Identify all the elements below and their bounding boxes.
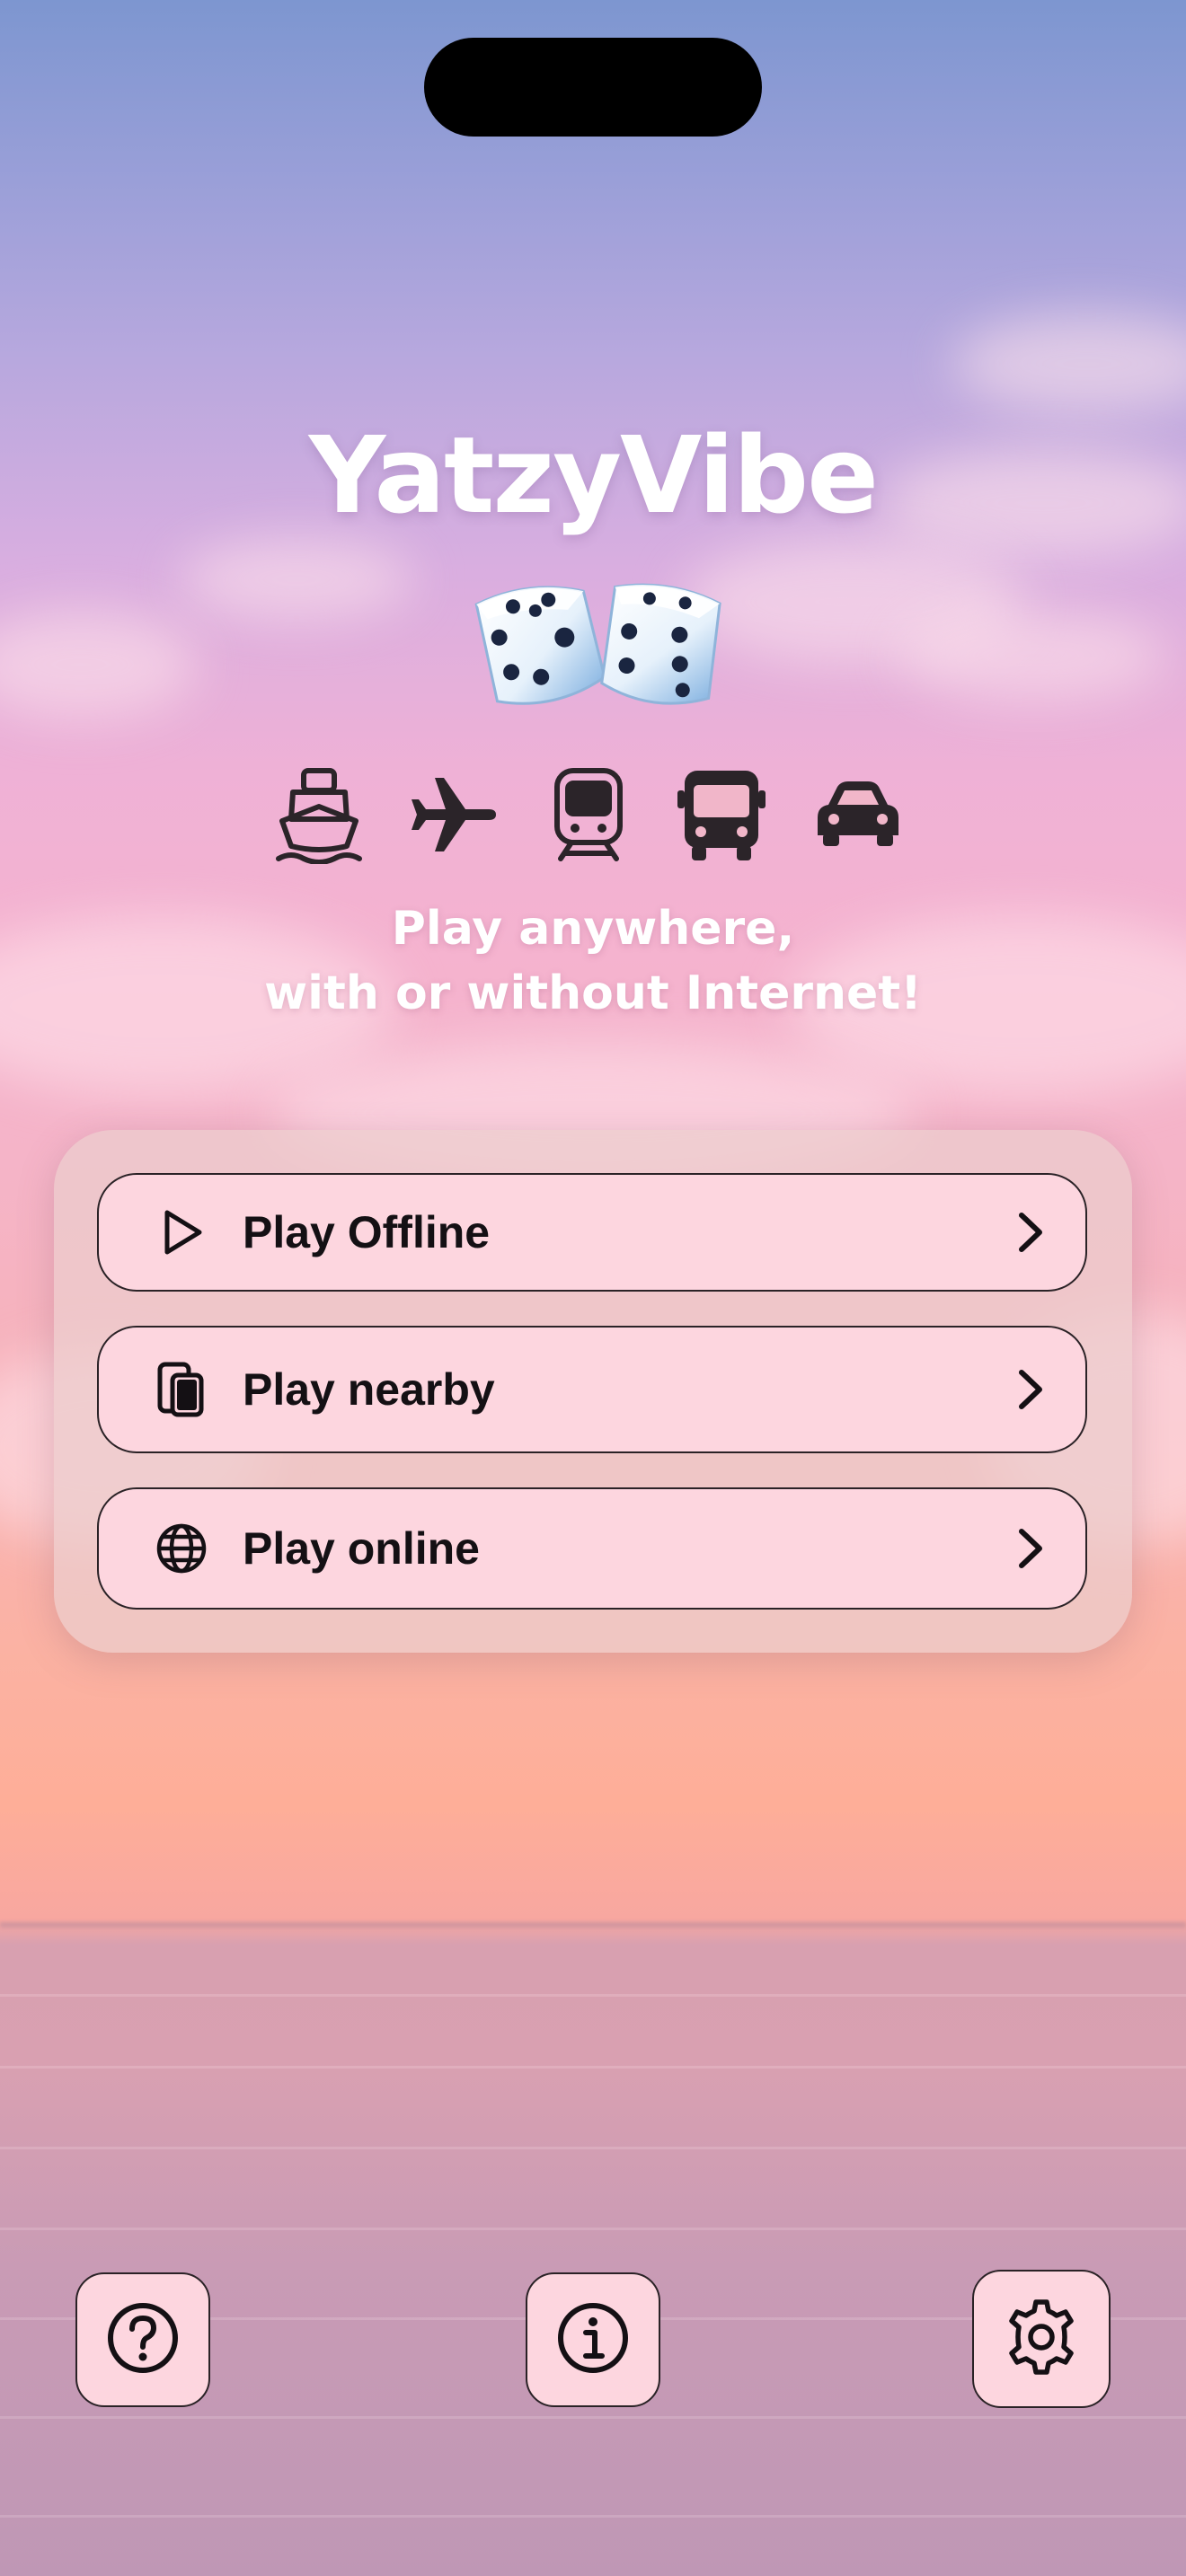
- play-online-button[interactable]: Play online: [97, 1487, 1087, 1610]
- chevron-right-icon: [1008, 1210, 1053, 1255]
- airplane-icon: [406, 765, 505, 864]
- app-title: YatzyVibe: [308, 413, 879, 537]
- play-nearby-label: Play nearby: [243, 1364, 495, 1415]
- car-icon: [809, 765, 907, 864]
- water-ripple: [0, 1994, 1186, 1997]
- tagline-line-1: Play anywhere,: [391, 902, 795, 956]
- transport-icons: [270, 765, 916, 865]
- devices-icon: [153, 1361, 210, 1418]
- water-ripple: [0, 2228, 1186, 2230]
- dynamic-island: [424, 38, 762, 137]
- ship-icon: [270, 765, 368, 865]
- question-icon: [105, 2300, 181, 2380]
- bus-icon: [672, 765, 771, 864]
- water-ripple: [0, 2515, 1186, 2518]
- horizon-line: [0, 1922, 1186, 1928]
- help-button[interactable]: [75, 2272, 210, 2407]
- globe-icon: [153, 1520, 210, 1577]
- play-icon: [153, 1204, 210, 1261]
- tagline: Play anywhere, with or without Internet!: [0, 896, 1186, 1026]
- play-online-label: Play online: [243, 1523, 480, 1574]
- water-ripple: [0, 2066, 1186, 2069]
- info-icon: [555, 2300, 631, 2380]
- app-screen: YatzyVibe Play anywhere, with or without…: [0, 0, 1186, 2576]
- tagline-line-2: with or without Internet!: [264, 966, 922, 1020]
- game-mode-menu: Play Offline Play nearby Play online: [54, 1130, 1132, 1653]
- play-offline-label: Play Offline: [243, 1207, 491, 1257]
- chevron-right-icon: [1008, 1367, 1053, 1412]
- dice-icon: [456, 566, 731, 733]
- train-icon: [539, 765, 638, 864]
- cloud: [898, 611, 1168, 701]
- chevron-right-icon: [1008, 1526, 1053, 1571]
- cloud: [0, 611, 198, 719]
- info-button[interactable]: [526, 2272, 660, 2407]
- cloud: [952, 314, 1186, 413]
- water-ripple: [0, 2416, 1186, 2419]
- gear-icon: [1001, 2297, 1082, 2382]
- play-nearby-button[interactable]: Play nearby: [97, 1326, 1087, 1453]
- settings-button[interactable]: [972, 2270, 1111, 2408]
- play-offline-button[interactable]: Play Offline: [97, 1173, 1087, 1292]
- water-ripple: [0, 2147, 1186, 2149]
- cloud: [180, 539, 413, 620]
